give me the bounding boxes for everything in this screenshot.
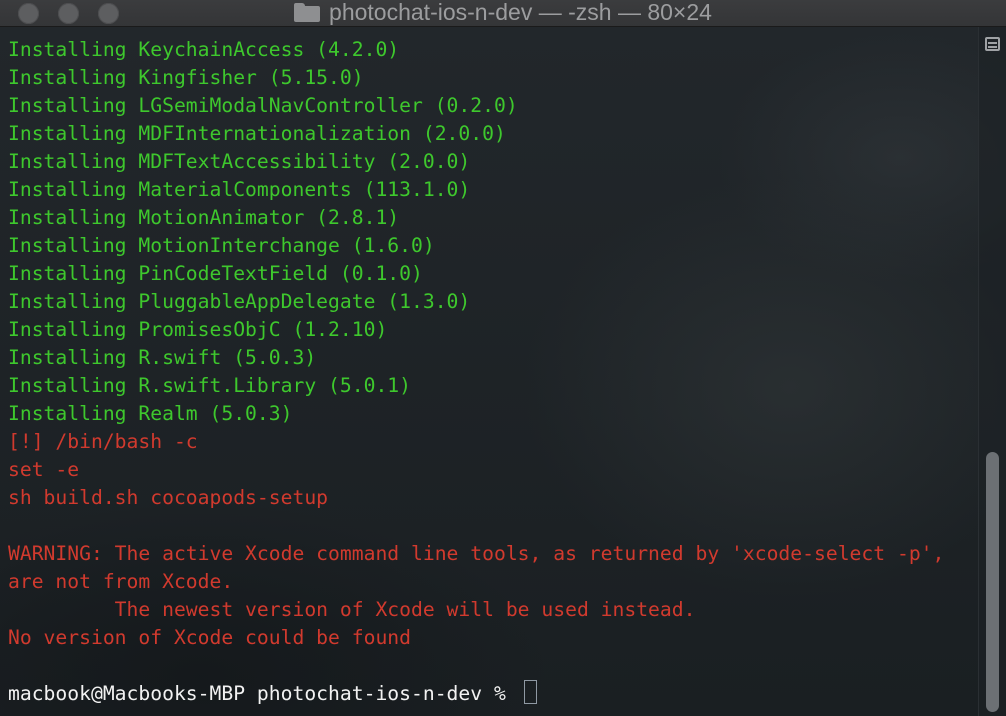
shell-prompt-line[interactable]: macbook@Macbooks-MBP photochat-ios-n-dev… [0, 680, 970, 708]
zoom-window-button[interactable] [98, 3, 119, 24]
terminal-line: [!] /bin/bash -c [8, 430, 198, 453]
terminal-line: Installing MotionAnimator (2.8.1) [8, 206, 400, 229]
window-titlebar[interactable]: photochat-ios-n-dev — -zsh — 80×24 [0, 0, 1006, 27]
terminal-line: Installing MDFTextAccessibility (2.0.0) [8, 150, 471, 173]
text-cursor [523, 680, 537, 704]
terminal-line: Installing LGSemiModalNavController (0.2… [8, 94, 518, 117]
close-window-button[interactable] [18, 3, 39, 24]
folder-icon [294, 2, 321, 22]
shell-prompt: macbook@Macbooks-MBP photochat-ios-n-dev… [8, 682, 518, 705]
terminal-line: No version of Xcode could be found [8, 626, 411, 649]
terminal-line: Installing PinCodeTextField (0.1.0) [8, 262, 423, 285]
terminal-line: sh build.sh cocoapods-setup [8, 486, 329, 509]
terminal-line: Installing MotionInterchange (1.6.0) [8, 234, 435, 257]
terminal-line: Installing Realm (5.0.3) [8, 402, 293, 425]
terminal-line: Installing PluggableAppDelegate (1.3.0) [8, 290, 471, 313]
scrollbar-thumb[interactable] [986, 452, 999, 712]
minimize-window-button[interactable] [58, 3, 79, 24]
terminal-line: Installing KeychainAccess (4.2.0) [8, 38, 400, 61]
menu-icon[interactable] [985, 37, 1000, 51]
terminal-line: set -e [8, 458, 80, 481]
terminal-line: Installing Kingfisher (5.15.0) [8, 66, 364, 89]
terminal-output[interactable]: Installing KeychainAccess (4.2.0) Instal… [0, 36, 970, 716]
terminal-window: photochat-ios-n-dev — -zsh — 80×24 Insta… [0, 0, 1006, 716]
terminal-line: WARNING: The active Xcode command line t… [8, 542, 945, 565]
terminal-line: Installing PromisesObjC (1.2.10) [8, 318, 388, 341]
window-title-group: photochat-ios-n-dev — -zsh — 80×24 [294, 0, 712, 26]
terminal-line: Installing MDFInternationalization (2.0.… [8, 122, 506, 145]
terminal-line: Installing R.swift.Library (5.0.1) [8, 374, 411, 397]
terminal-line: Installing MaterialComponents (113.1.0) [8, 178, 471, 201]
terminal-line: are not from Xcode. [8, 570, 234, 593]
window-controls [18, 3, 119, 24]
terminal-line: The newest version of Xcode will be used… [8, 598, 696, 621]
terminal-line: Installing R.swift (5.0.3) [8, 346, 317, 369]
window-title: photochat-ios-n-dev — -zsh — 80×24 [329, 0, 712, 25]
